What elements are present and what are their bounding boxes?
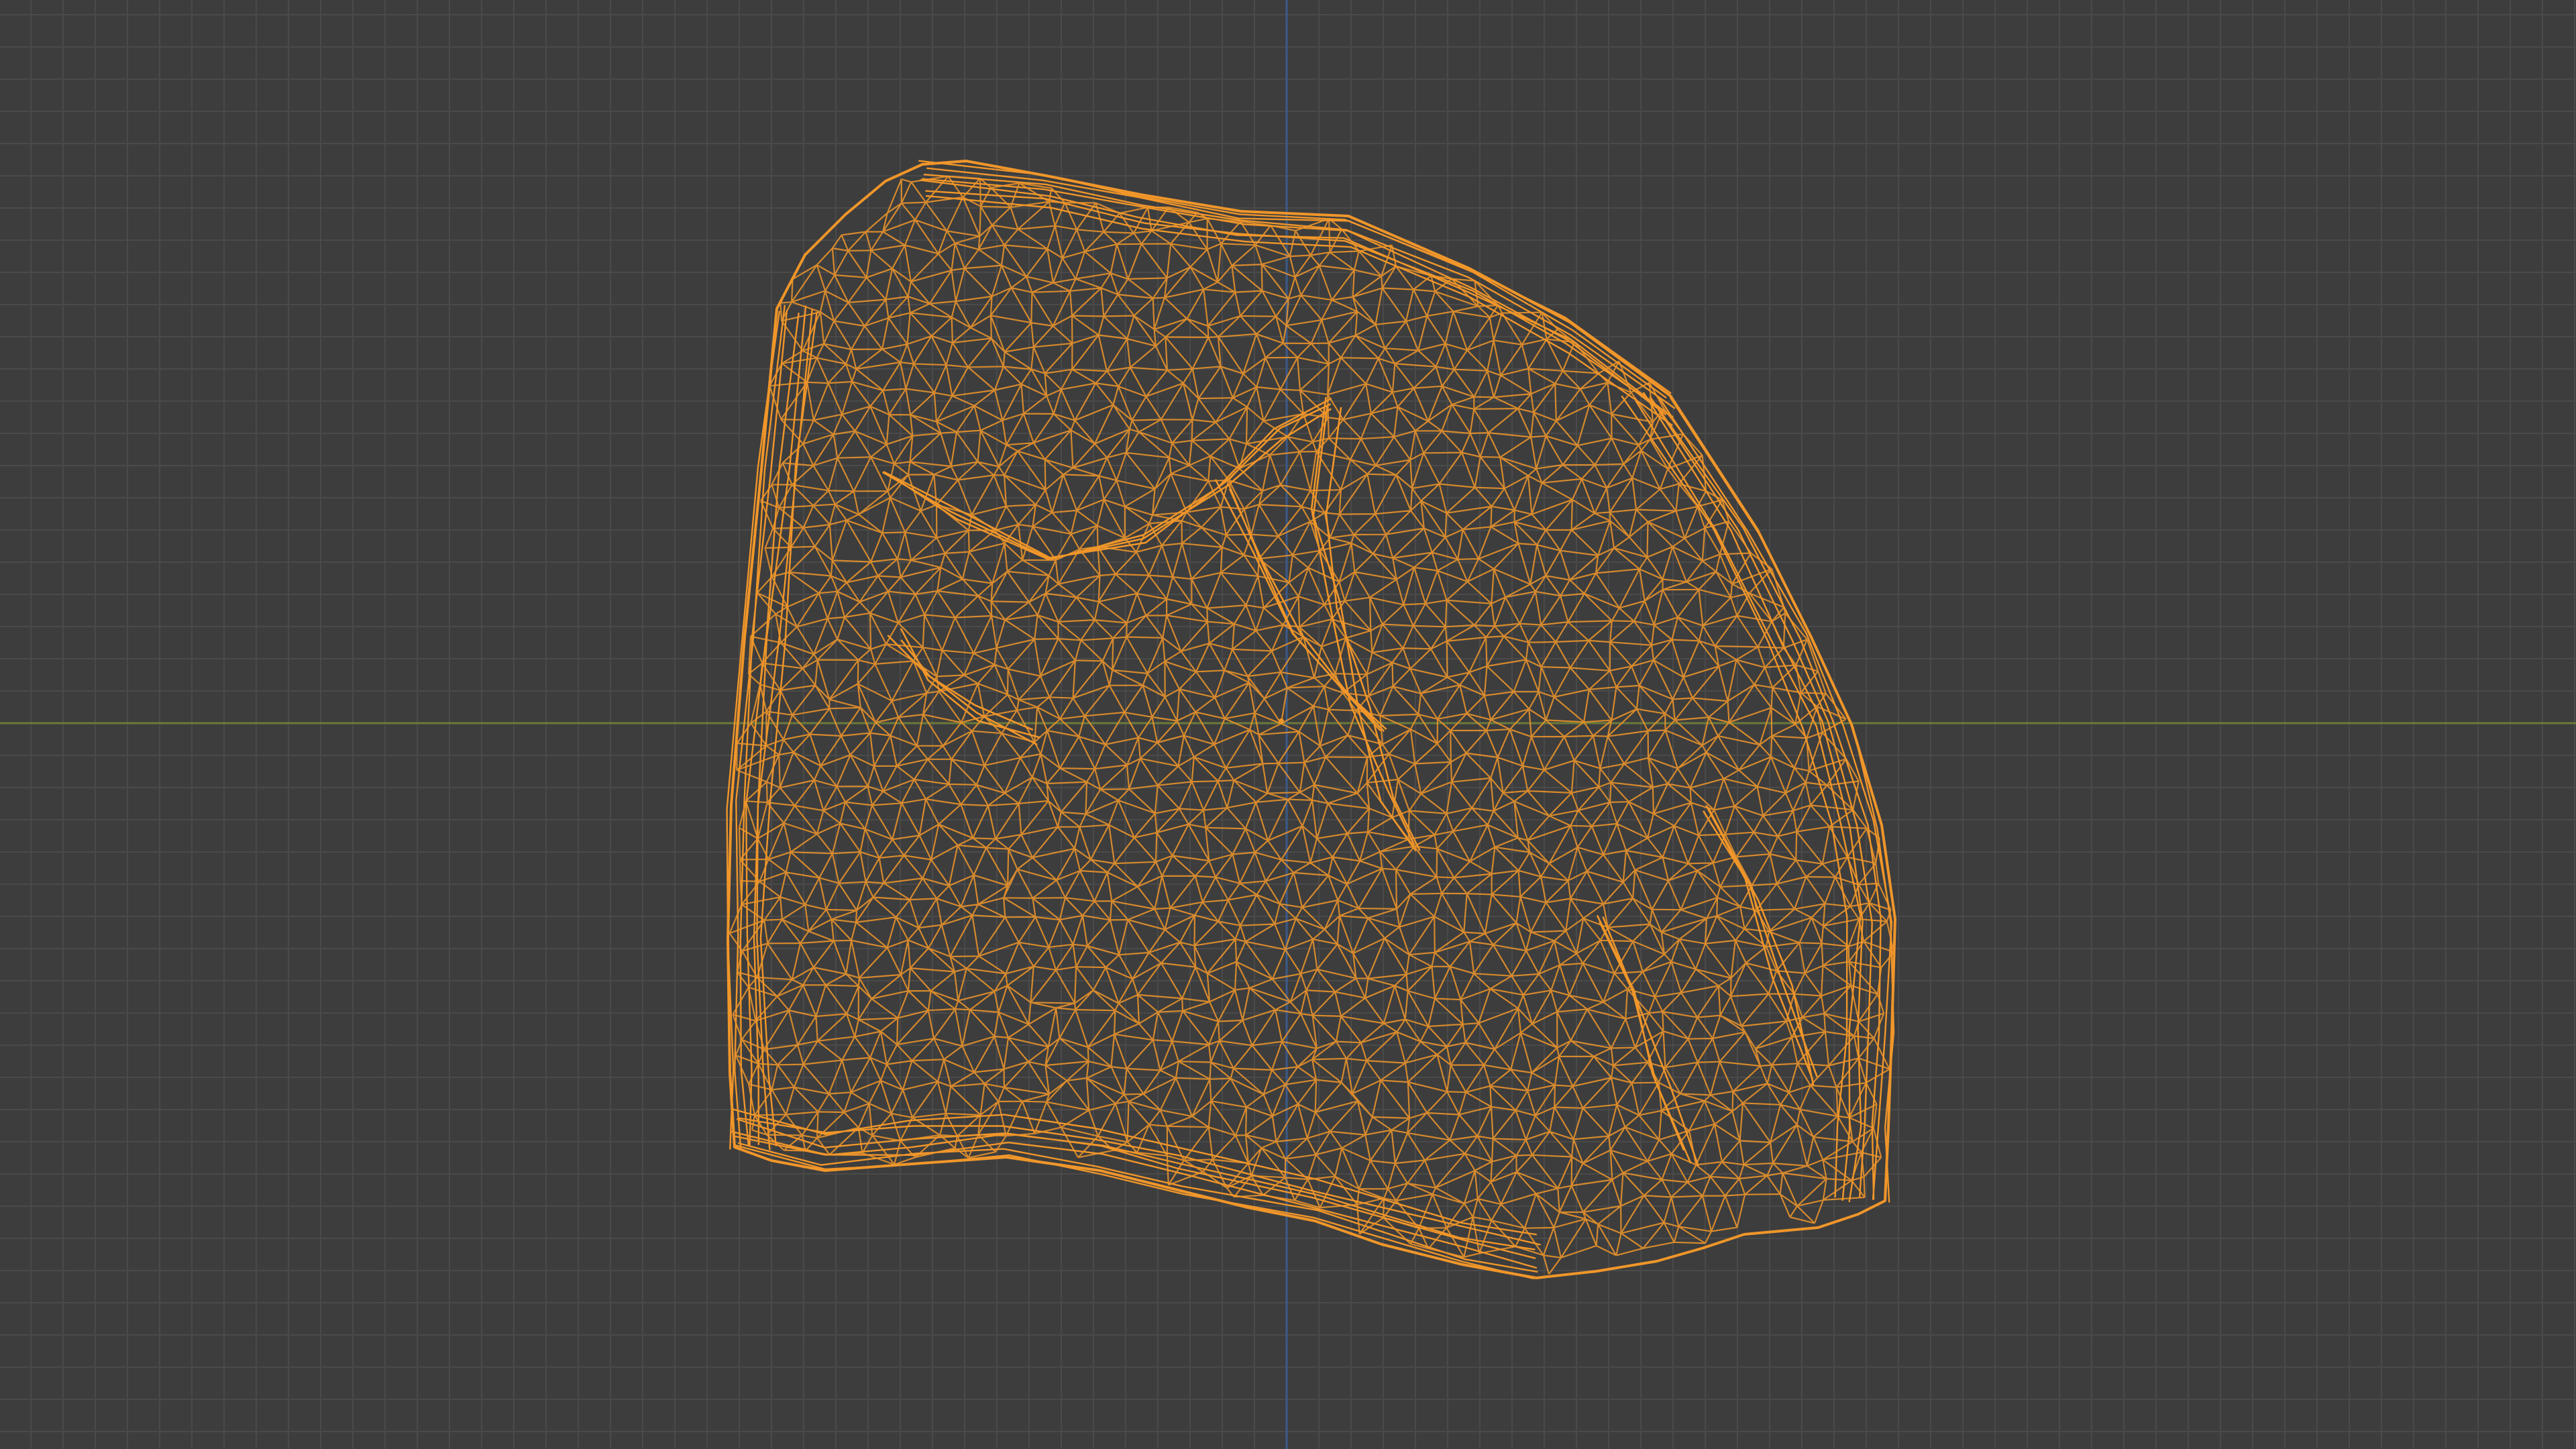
3d-viewport[interactable] xyxy=(0,0,2576,1449)
rock-wireframe-mesh[interactable] xyxy=(0,0,2576,1449)
object-origin-point xyxy=(1279,718,1284,724)
mesh-edges xyxy=(729,175,1894,1275)
